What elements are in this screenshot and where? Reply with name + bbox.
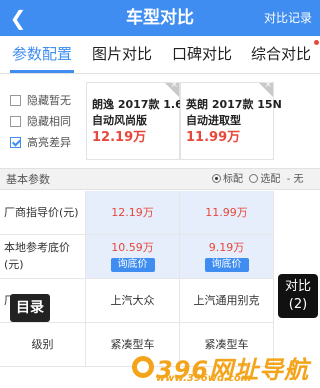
maker-cell: 上汽大众: [86, 279, 180, 323]
row-label-level: 级别: [0, 323, 86, 367]
watermark: 396网址导航 www.396wd.com: [130, 346, 320, 386]
msrp-value: 12.19万: [111, 206, 154, 219]
ask-price-button[interactable]: 询底价: [204, 258, 249, 272]
close-icon[interactable]: ×: [264, 80, 272, 90]
msrp-cell: 11.99万: [180, 191, 274, 235]
car-price: 12.19万: [92, 130, 147, 145]
tab-bar: 参数配置 图片对比 口碑对比 综合对比: [0, 36, 320, 74]
car-card-2[interactable]: × 英朗 2017款 15N 自动进取型 11.99万: [180, 80, 282, 160]
compare-button[interactable]: 对比 (2): [278, 274, 318, 318]
msrp-value: 11.99万: [205, 206, 248, 219]
option-hide-none[interactable]: 隐藏暂无: [10, 92, 71, 110]
local-price-value: 10.59万: [111, 241, 154, 254]
page-title: 车型对比: [126, 8, 194, 28]
checkbox-icon[interactable]: [10, 116, 21, 127]
top-bar: ❮ 车型对比 对比记录: [0, 0, 320, 36]
notification-dot: [314, 40, 319, 45]
back-arrow-icon[interactable]: ❮: [8, 6, 28, 30]
row-label-msrp: 厂商指导价(元): [0, 191, 86, 235]
local-price-value: 9.19万: [208, 241, 245, 254]
compare-label: 对比: [284, 279, 311, 294]
local-price-cell: 9.19万 询底价: [180, 235, 274, 279]
car-name: 英朗 2017款 15N: [186, 98, 282, 111]
msrp-cell: 12.19万: [86, 191, 180, 235]
close-icon[interactable]: ×: [170, 80, 178, 90]
local-price-cell: 10.59万 询底价: [86, 235, 180, 279]
car-trim: 自动风尚版: [92, 114, 147, 127]
car-trim: 自动进取型: [186, 114, 241, 127]
checkbox-checked-icon[interactable]: [10, 137, 21, 148]
tab-reviews[interactable]: 口碑对比: [162, 36, 242, 74]
checkbox-icon[interactable]: [10, 95, 21, 106]
maker-cell: 上汽通用别克: [180, 279, 274, 323]
section-title: 基本参数: [6, 173, 50, 186]
legend: 标配 选配 - 无: [212, 171, 304, 189]
optional-dot-icon: [249, 174, 259, 183]
tab-photos[interactable]: 图片对比: [82, 36, 162, 74]
watermark-url: www.396wd.com: [156, 373, 252, 384]
compare-history-link[interactable]: 对比记录: [264, 9, 312, 27]
display-options: 隐藏暂无 隐藏相同 高亮差异: [0, 82, 86, 160]
tab-params[interactable]: 参数配置: [2, 36, 82, 74]
tab-overall[interactable]: 综合对比: [242, 36, 320, 74]
car-name: 朗逸 2017款 1.6L: [92, 98, 190, 111]
option-highlight-diff[interactable]: 高亮差异: [10, 134, 71, 152]
section-header: 基本参数 标配 选配 - 无: [0, 168, 320, 190]
compare-count: (2): [288, 297, 308, 312]
car-card-1[interactable]: × 朗逸 2017款 1.6L 自动风尚版 12.19万: [86, 80, 190, 160]
option-hide-same[interactable]: 隐藏相同: [10, 113, 71, 131]
row-label-local-price: 本地参考底价(元): [0, 235, 86, 279]
standard-dot-icon: [212, 174, 221, 183]
car-price: 11.99万: [186, 130, 241, 145]
active-tab-indicator: [10, 70, 74, 73]
watermark-logo-icon: [132, 356, 154, 378]
ask-price-button[interactable]: 询底价: [110, 258, 155, 272]
catalog-button[interactable]: 目录: [10, 294, 50, 322]
